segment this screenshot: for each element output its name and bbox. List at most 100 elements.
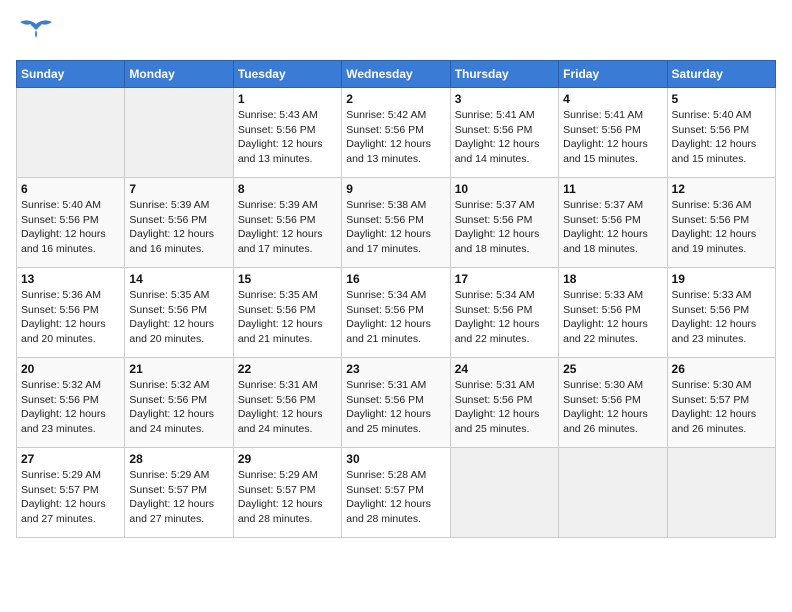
calendar-cell: 30Sunrise: 5:28 AMSunset: 5:57 PMDayligh…	[342, 448, 450, 538]
day-info: Sunrise: 5:39 AMSunset: 5:56 PMDaylight:…	[129, 198, 228, 257]
day-number: 2	[346, 92, 445, 106]
day-info: Sunrise: 5:43 AMSunset: 5:56 PMDaylight:…	[238, 108, 337, 167]
calendar-cell: 26 Sunrise: 5:30 AMSunset: 5:57 PMDayligh…	[667, 358, 775, 448]
day-number: 3	[455, 92, 554, 106]
calendar-cell: 19 Sunrise: 5:33 AMSunset: 5:56 PMDayligh…	[667, 268, 775, 358]
calendar-cell	[667, 448, 775, 538]
calendar-week-row: 1 Sunrise: 5:43 AMSunset: 5:56 PMDaylight…	[17, 88, 776, 178]
day-number: 24	[455, 362, 554, 376]
calendar-cell: 8Sunrise: 5:39 AMSunset: 5:56 PMDaylight…	[233, 178, 341, 268]
day-info: Sunrise: 5:41 AMSunset: 5:56 PMDaylight:…	[455, 108, 554, 167]
day-info: Sunrise: 5:36 AMSunset: 5:56 PMDaylight:…	[672, 198, 771, 257]
calendar-cell	[125, 88, 233, 178]
day-info: Sunrise: 5:32 AMSunset: 5:56 PMDaylight:…	[129, 378, 228, 437]
day-number: 29	[238, 452, 337, 466]
calendar-cell: 5 Sunrise: 5:40 AMSunset: 5:56 PMDaylight…	[667, 88, 775, 178]
day-number: 15	[238, 272, 337, 286]
calendar-cell: 16Sunrise: 5:34 AMSunset: 5:56 PMDayligh…	[342, 268, 450, 358]
calendar-cell: 11 Sunrise: 5:37 AMSunset: 5:56 PMDayligh…	[559, 178, 667, 268]
day-info: Sunrise: 5:30 AMSunset: 5:56 PMDaylight:…	[563, 378, 662, 437]
day-info: Sunrise: 5:35 AMSunset: 5:56 PMDaylight:…	[238, 288, 337, 347]
day-number: 26	[672, 362, 771, 376]
day-of-week-header: Monday	[125, 61, 233, 88]
calendar-cell	[450, 448, 558, 538]
day-of-week-header: Saturday	[667, 61, 775, 88]
day-info: Sunrise: 5:36 AMSunset: 5:56 PMDaylight:…	[21, 288, 120, 347]
day-info: Sunrise: 5:32 AMSunset: 5:56 PMDaylight:…	[21, 378, 120, 437]
day-of-week-header: Thursday	[450, 61, 558, 88]
day-info: Sunrise: 5:29 AMSunset: 5:57 PMDaylight:…	[21, 468, 120, 527]
calendar-cell: 23Sunrise: 5:31 AMSunset: 5:56 PMDayligh…	[342, 358, 450, 448]
calendar-cell: 28 Sunrise: 5:29 AMSunset: 5:57 PMDayligh…	[125, 448, 233, 538]
day-number: 9	[346, 182, 445, 196]
calendar-header-row: SundayMondayTuesdayWednesdayThursdayFrid…	[17, 61, 776, 88]
calendar-cell: 7Sunrise: 5:39 AMSunset: 5:56 PMDaylight…	[125, 178, 233, 268]
calendar-cell: 2 Sunrise: 5:42 AMSunset: 5:56 PMDaylight…	[342, 88, 450, 178]
day-info: Sunrise: 5:30 AMSunset: 5:57 PMDaylight:…	[672, 378, 771, 437]
day-of-week-header: Sunday	[17, 61, 125, 88]
day-number: 4	[563, 92, 662, 106]
day-info: Sunrise: 5:34 AMSunset: 5:56 PMDaylight:…	[455, 288, 554, 347]
calendar-week-row: 13 Sunrise: 5:36 AMSunset: 5:56 PMDayligh…	[17, 268, 776, 358]
day-info: Sunrise: 5:42 AMSunset: 5:56 PMDaylight:…	[346, 108, 445, 167]
day-info: Sunrise: 5:33 AMSunset: 5:56 PMDaylight:…	[672, 288, 771, 347]
calendar-cell: 25 Sunrise: 5:30 AMSunset: 5:56 PMDayligh…	[559, 358, 667, 448]
day-info: Sunrise: 5:31 AMSunset: 5:56 PMDaylight:…	[346, 378, 445, 437]
calendar-cell: 12 Sunrise: 5:36 AMSunset: 5:56 PMDayligh…	[667, 178, 775, 268]
logo	[16, 16, 60, 52]
day-of-week-header: Friday	[559, 61, 667, 88]
day-number: 13	[21, 272, 120, 286]
day-number: 12	[672, 182, 771, 196]
day-number: 10	[455, 182, 554, 196]
day-info: Sunrise: 5:31 AMSunset: 5:56 PMDaylight:…	[455, 378, 554, 437]
day-info: Sunrise: 5:40 AMSunset: 5:56 PMDaylight:…	[672, 108, 771, 167]
day-number: 8	[238, 182, 337, 196]
calendar-cell: 4 Sunrise: 5:41 AMSunset: 5:56 PMDaylight…	[559, 88, 667, 178]
day-info: Sunrise: 5:41 AMSunset: 5:56 PMDaylight:…	[563, 108, 662, 167]
logo-icon	[16, 16, 56, 52]
day-number: 30	[346, 452, 445, 466]
calendar-cell: 10Sunrise: 5:37 AMSunset: 5:56 PMDayligh…	[450, 178, 558, 268]
day-info: Sunrise: 5:31 AMSunset: 5:56 PMDaylight:…	[238, 378, 337, 437]
day-number: 18	[563, 272, 662, 286]
calendar-cell: 21 Sunrise: 5:32 AMSunset: 5:56 PMDayligh…	[125, 358, 233, 448]
calendar-cell	[559, 448, 667, 538]
calendar-cell: 17 Sunrise: 5:34 AMSunset: 5:56 PMDayligh…	[450, 268, 558, 358]
day-number: 20	[21, 362, 120, 376]
day-info: Sunrise: 5:29 AMSunset: 5:57 PMDaylight:…	[238, 468, 337, 527]
calendar-cell: 1 Sunrise: 5:43 AMSunset: 5:56 PMDaylight…	[233, 88, 341, 178]
day-of-week-header: Wednesday	[342, 61, 450, 88]
calendar-cell: 24 Sunrise: 5:31 AMSunset: 5:56 PMDayligh…	[450, 358, 558, 448]
calendar-cell: 3 Sunrise: 5:41 AMSunset: 5:56 PMDaylight…	[450, 88, 558, 178]
calendar-cell: 9 Sunrise: 5:38 AMSunset: 5:56 PMDaylight…	[342, 178, 450, 268]
calendar-week-row: 6Sunrise: 5:40 AMSunset: 5:56 PMDaylight…	[17, 178, 776, 268]
calendar-cell: 27 Sunrise: 5:29 AMSunset: 5:57 PMDayligh…	[17, 448, 125, 538]
day-number: 19	[672, 272, 771, 286]
day-info: Sunrise: 5:33 AMSunset: 5:56 PMDaylight:…	[563, 288, 662, 347]
day-number: 11	[563, 182, 662, 196]
day-info: Sunrise: 5:38 AMSunset: 5:56 PMDaylight:…	[346, 198, 445, 257]
day-number: 1	[238, 92, 337, 106]
calendar-cell: 14Sunrise: 5:35 AMSunset: 5:56 PMDayligh…	[125, 268, 233, 358]
day-number: 17	[455, 272, 554, 286]
day-number: 16	[346, 272, 445, 286]
day-number: 21	[129, 362, 228, 376]
calendar-cell: 20 Sunrise: 5:32 AMSunset: 5:56 PMDayligh…	[17, 358, 125, 448]
day-number: 5	[672, 92, 771, 106]
calendar-cell: 15 Sunrise: 5:35 AMSunset: 5:56 PMDayligh…	[233, 268, 341, 358]
calendar-cell	[17, 88, 125, 178]
calendar-cell: 18 Sunrise: 5:33 AMSunset: 5:56 PMDayligh…	[559, 268, 667, 358]
day-number: 22	[238, 362, 337, 376]
calendar-cell: 22 Sunrise: 5:31 AMSunset: 5:56 PMDayligh…	[233, 358, 341, 448]
page-header	[16, 16, 776, 52]
day-number: 25	[563, 362, 662, 376]
day-number: 28	[129, 452, 228, 466]
day-of-week-header: Tuesday	[233, 61, 341, 88]
day-info: Sunrise: 5:40 AMSunset: 5:56 PMDaylight:…	[21, 198, 120, 257]
day-info: Sunrise: 5:37 AMSunset: 5:56 PMDaylight:…	[563, 198, 662, 257]
calendar-table: SundayMondayTuesdayWednesdayThursdayFrid…	[16, 60, 776, 538]
day-number: 27	[21, 452, 120, 466]
day-info: Sunrise: 5:29 AMSunset: 5:57 PMDaylight:…	[129, 468, 228, 527]
day-number: 14	[129, 272, 228, 286]
calendar-cell: 13 Sunrise: 5:36 AMSunset: 5:56 PMDayligh…	[17, 268, 125, 358]
